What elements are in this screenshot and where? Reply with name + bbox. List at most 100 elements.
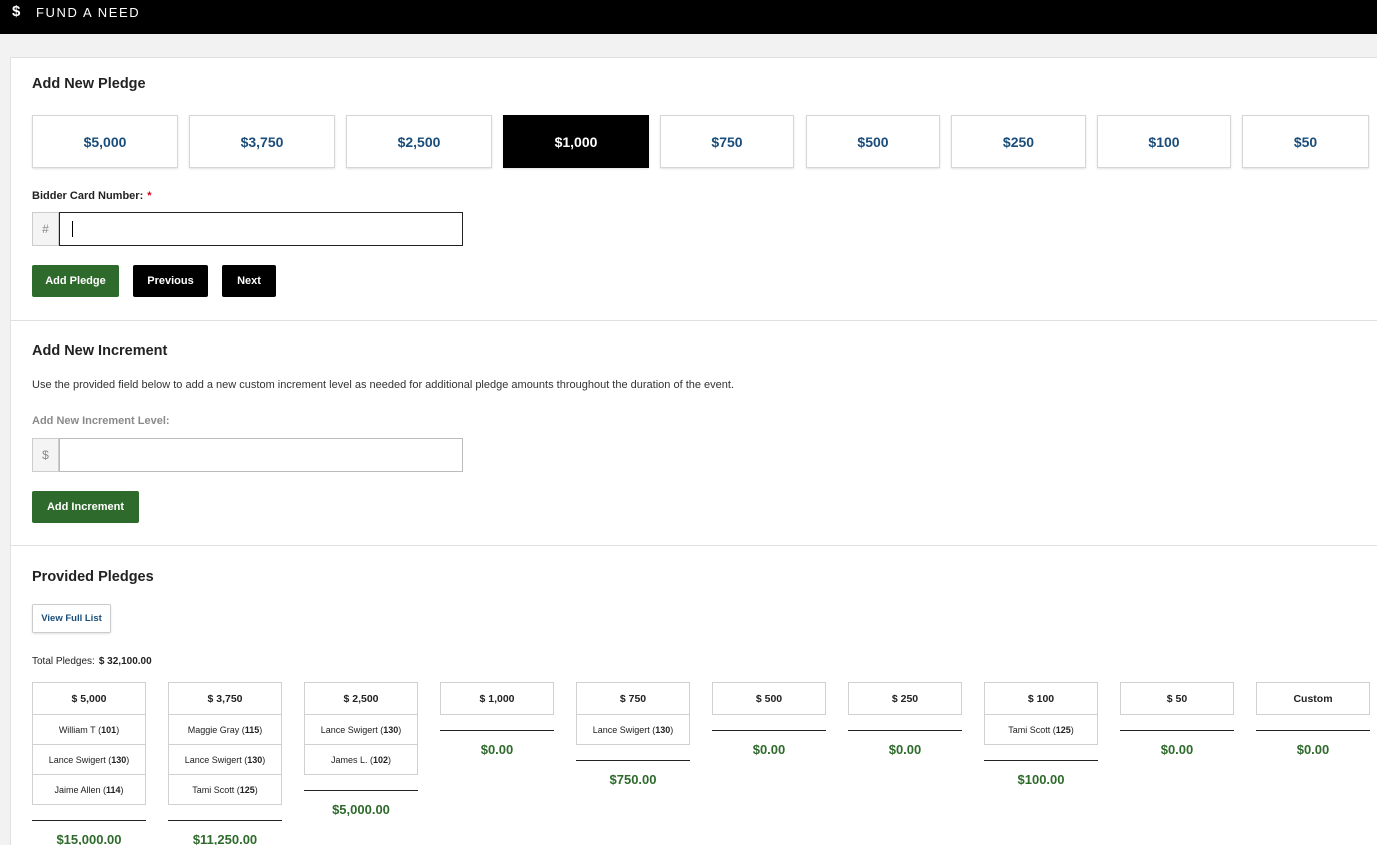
next-button[interactable]: Next [222, 265, 276, 297]
pledge-column-header: $ 1,000 [440, 682, 554, 715]
previous-button[interactable]: Previous [133, 265, 208, 297]
column-total-divider [440, 715, 554, 731]
column-total: $0.00 [1296, 742, 1330, 757]
column-total-divider [304, 775, 418, 791]
required-mark: * [147, 190, 152, 202]
increment-level-field[interactable] [59, 438, 463, 472]
pledge-column-header: $ 250 [848, 682, 962, 715]
increment-button[interactable]: $3,750 [189, 115, 335, 168]
column-total-divider [984, 745, 1098, 761]
pledge-column: Custom $0.00 [1256, 682, 1370, 757]
increment-level-input[interactable] [60, 439, 462, 471]
increment-button[interactable]: $100 [1097, 115, 1231, 168]
bidder-number: 130 [383, 724, 399, 735]
pledge-column: $ 750 Lance Swigert (130) $750.00 [576, 682, 690, 787]
pledge-column: $ 2,500 Lance Swigert (130) James L. (102)… [304, 682, 418, 817]
bidder-name: Lance Swigert [184, 754, 242, 765]
text-caret [72, 221, 73, 237]
pledge-column-header: $ 100 [984, 682, 1098, 715]
pledge-column: $ 3,750 Maggie Gray (115) Lance Swigert (1… [168, 682, 282, 845]
add-pledge-button[interactable]: Add Pledge [32, 265, 119, 297]
bidder-number: 125 [239, 784, 255, 795]
pledge-column-header: $ 50 [1120, 682, 1234, 715]
bidder-number: 115 [244, 724, 260, 735]
pledge-entry: Tami Scott (125) [168, 775, 282, 805]
pledge-column-header: $ 750 [576, 682, 690, 715]
total-pledges: Total Pledges: $ 32,100.00 [32, 656, 152, 667]
column-total-divider [1256, 715, 1370, 731]
increment-button[interactable]: $2,500 [346, 115, 492, 168]
column-total-divider [848, 715, 962, 731]
add-increment-button[interactable]: Add Increment [32, 491, 139, 523]
bidder-name: Lance Swigert [48, 754, 106, 765]
column-total-divider [1120, 715, 1234, 731]
add-pledge-heading: Add New Pledge [32, 76, 146, 92]
add-increment-heading: Add New Increment [32, 343, 168, 359]
total-pledges-label: Total Pledges: [32, 656, 95, 667]
bidder-card-label: Bidder Card Number: * [32, 190, 152, 202]
bidder-name: Tami Scott [1008, 724, 1051, 735]
pledge-column: $ 50 $0.00 [1120, 682, 1234, 757]
bidder-number: 130 [111, 754, 127, 765]
bidder-name: Tami Scott [192, 784, 235, 795]
bidder-card-input[interactable] [60, 213, 462, 245]
column-total-divider [576, 745, 690, 761]
bidder-name: Lance Swigert [320, 724, 378, 735]
bidder-hash-addon: # [32, 212, 59, 246]
pledge-entry: Lance Swigert (130) [32, 745, 146, 775]
section-divider [10, 545, 1377, 546]
increment-button[interactable]: $50 [1242, 115, 1369, 168]
bidder-number: 130 [247, 754, 263, 765]
bidder-name: Jaime Allen [54, 784, 101, 795]
pledge-entry: James L. (102) [304, 745, 418, 775]
increment-button[interactable]: $250 [951, 115, 1086, 168]
column-total: $0.00 [1160, 742, 1194, 757]
dollar-icon: $ [12, 3, 21, 20]
column-total: $0.00 [752, 742, 786, 757]
bidder-name: William T [58, 724, 96, 735]
increment-button[interactable]: $750 [660, 115, 794, 168]
bidder-name: Lance Swigert [592, 724, 650, 735]
pledge-column-header: $ 5,000 [32, 682, 146, 715]
pledge-entry: William T (101) [32, 715, 146, 745]
bidder-number: 114 [106, 784, 121, 795]
column-total: $15,000.00 [56, 832, 122, 845]
view-full-list-button[interactable]: View Full List [32, 604, 111, 633]
pledge-column: $ 500 $0.00 [712, 682, 826, 757]
column-total: $11,250.00 [192, 832, 258, 845]
increment-button[interactable]: $1,000 [503, 115, 649, 168]
increment-button[interactable]: $5,000 [32, 115, 178, 168]
pledge-column-header: $ 3,750 [168, 682, 282, 715]
pledge-entry: Maggie Gray (115) [168, 715, 282, 745]
total-pledges-value: $ 32,100.00 [98, 656, 152, 667]
pledge-column-header: $ 2,500 [304, 682, 418, 715]
add-increment-description: Use the provided field below to add a ne… [32, 379, 735, 391]
column-total: $5,000.00 [332, 802, 390, 817]
pledge-entry: Tami Scott (125) [984, 715, 1098, 745]
increment-level-label: Add New Increment Level: [32, 415, 170, 427]
column-total: $750.00 [609, 772, 657, 787]
provided-pledges-heading: Provided Pledges [32, 569, 154, 585]
pledge-column-header: $ 500 [712, 682, 826, 715]
bidder-number: 130 [655, 724, 671, 735]
bidder-number: 102 [372, 754, 389, 765]
page-title: FUND A NEED [36, 5, 141, 20]
pledge-column-header: Custom [1256, 682, 1370, 715]
section-divider [10, 320, 1377, 321]
column-total: $0.00 [888, 742, 922, 757]
column-total-divider [168, 805, 282, 821]
bidder-name: James L. [330, 754, 368, 765]
dollar-addon: $ [32, 438, 59, 472]
column-total-divider [32, 805, 146, 821]
column-total-divider [712, 715, 826, 731]
column-total: $100.00 [1017, 772, 1065, 787]
pledge-column: $ 250 $0.00 [848, 682, 962, 757]
bidder-card-field[interactable] [59, 212, 463, 246]
bidder-name: Maggie Gray [187, 724, 240, 735]
top-bar: $ FUND A NEED [0, 0, 1377, 34]
pledge-column: $ 5,000 William T (101) Lance Swigert (130… [32, 682, 146, 845]
pledge-column: $ 1,000 $0.00 [440, 682, 554, 757]
bidder-number: 101 [101, 724, 117, 735]
increment-button[interactable]: $500 [806, 115, 940, 168]
pledge-entry: Lance Swigert (130) [576, 715, 690, 745]
